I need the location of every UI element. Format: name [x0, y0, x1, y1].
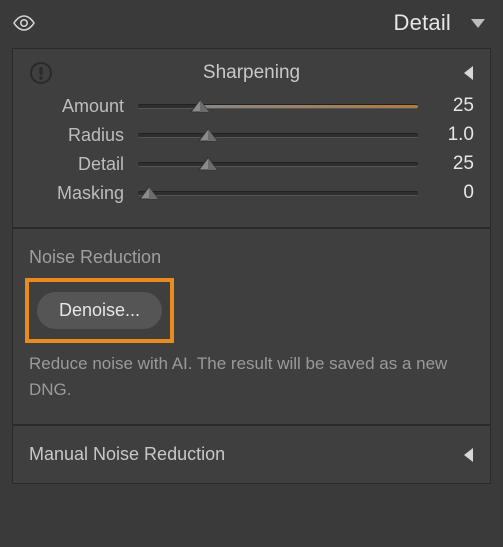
panel-title: Detail	[394, 10, 451, 36]
masking-slider[interactable]	[138, 183, 418, 203]
panel-collapse-icon[interactable]	[469, 16, 487, 30]
sharpening-section: Sharpening Amount 25 Radius	[13, 49, 490, 229]
radius-value: 1.0	[432, 124, 474, 146]
detail-slider[interactable]	[138, 154, 418, 174]
manual-noise-collapse-icon[interactable]	[450, 447, 474, 463]
radius-label: Radius	[29, 125, 124, 146]
noise-reduction-section: Noise Reduction Denoise... Reduce noise …	[13, 229, 490, 426]
masking-value: 0	[432, 182, 474, 204]
denoise-button[interactable]: Denoise...	[37, 292, 162, 329]
sharpening-collapse-icon[interactable]	[450, 65, 474, 81]
detail-value: 25	[432, 153, 474, 175]
detail-panel-header: Detail	[0, 0, 503, 46]
denoise-highlight-box: Denoise...	[25, 278, 174, 343]
detail-slider-row: Detail 25	[29, 153, 474, 175]
amount-value: 25	[432, 95, 474, 117]
eye-icon[interactable]	[12, 14, 36, 32]
detail-label: Detail	[29, 154, 124, 175]
sharpening-header: Sharpening	[29, 61, 474, 85]
detail-panel-body: Sharpening Amount 25 Radius	[12, 48, 491, 484]
manual-noise-reduction-section[interactable]: Manual Noise Reduction	[13, 426, 490, 483]
radius-slider[interactable]	[138, 125, 418, 145]
denoise-help-text: Reduce noise with AI. The result will be…	[29, 351, 449, 402]
noise-reduction-title: Noise Reduction	[29, 247, 474, 268]
masking-slider-row: Masking 0	[29, 182, 474, 204]
amount-slider[interactable]	[138, 96, 418, 116]
masking-label: Masking	[29, 183, 124, 204]
warning-icon[interactable]	[29, 61, 53, 85]
manual-noise-reduction-title: Manual Noise Reduction	[29, 444, 225, 465]
radius-slider-row: Radius 1.0	[29, 124, 474, 146]
amount-label: Amount	[29, 96, 124, 117]
sharpening-title: Sharpening	[53, 62, 450, 84]
amount-slider-row: Amount 25	[29, 95, 474, 117]
